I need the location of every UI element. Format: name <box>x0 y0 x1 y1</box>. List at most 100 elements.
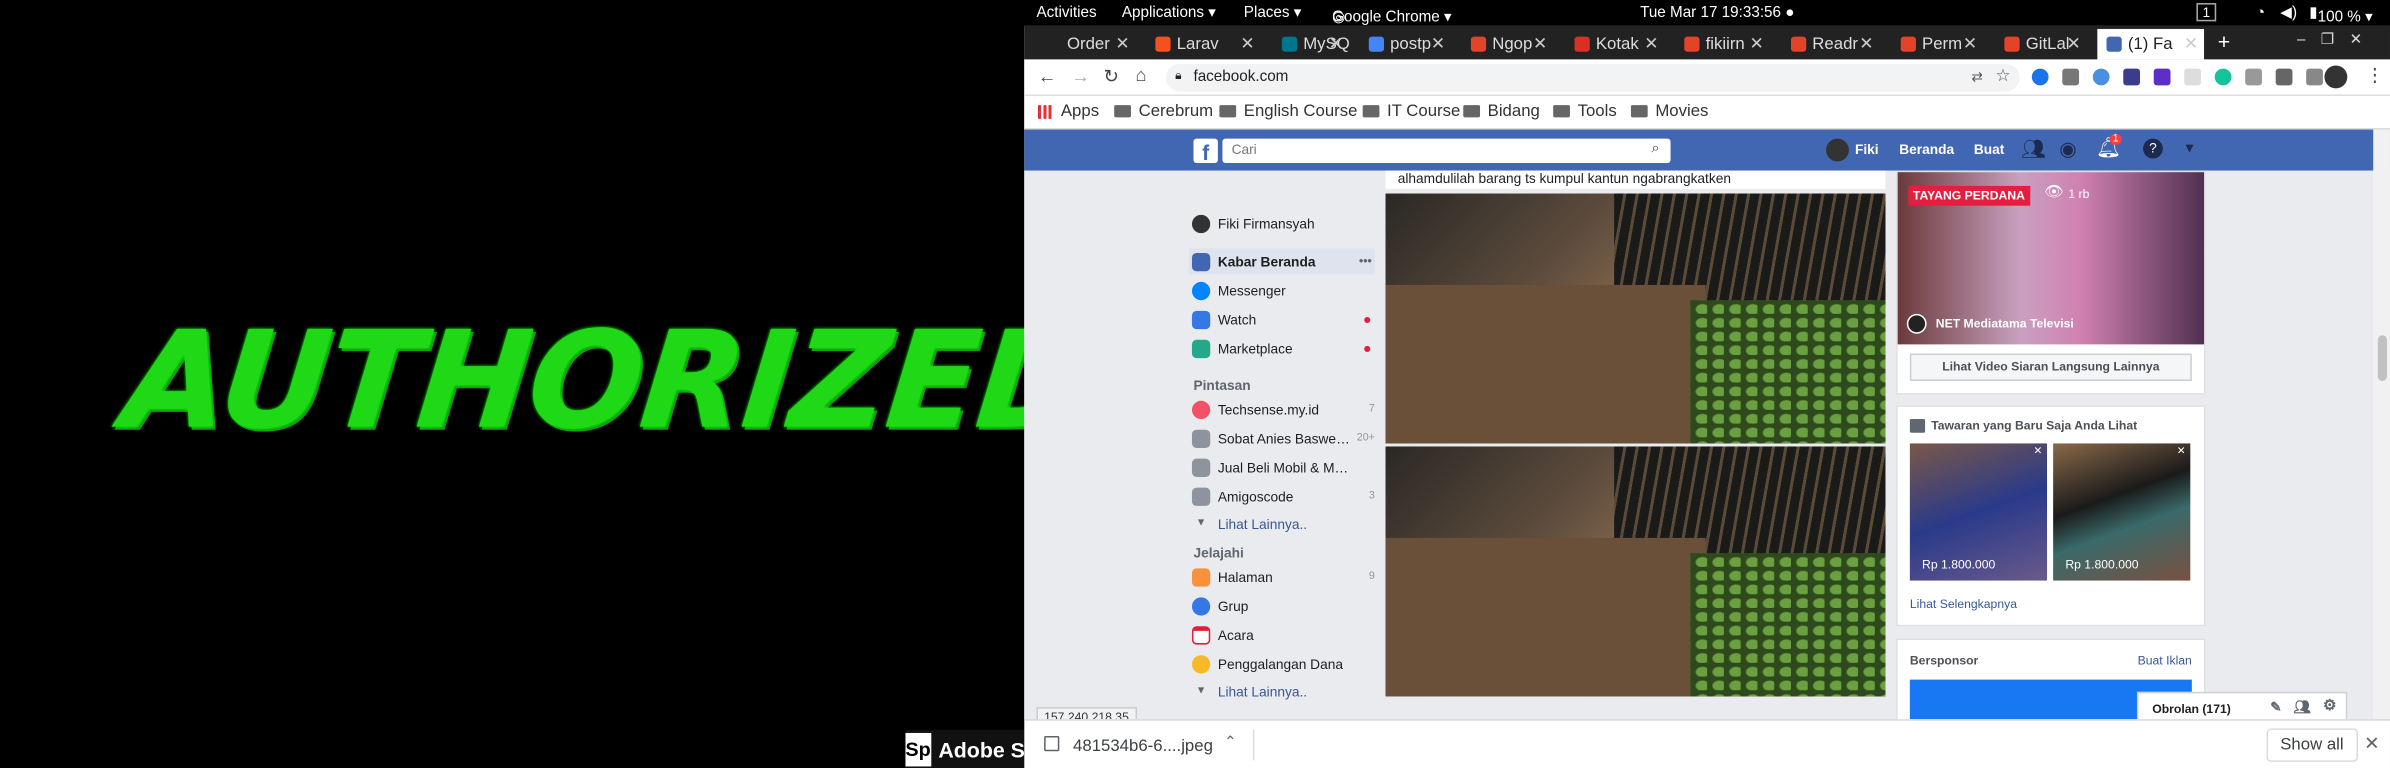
forward-icon[interactable]: → <box>1072 66 1090 87</box>
clock[interactable]: Tue Mar 17 19:33:56 ● <box>1640 5 1794 22</box>
close-icon[interactable]: ✕ <box>2177 445 2186 457</box>
search-icon[interactable]: ⌕ <box>1651 140 1660 157</box>
sidebar-item-fundraisers[interactable]: Penggalangan Dana <box>1191 651 1375 677</box>
see-more-shortcuts[interactable]: ▼ Lihat Lainnya.. <box>1192 510 1375 536</box>
sidebar-item-amigoscode[interactable]: Amigoscode 3 <box>1191 483 1375 509</box>
sidebar-item-marketplace[interactable]: Marketplace <box>1191 335 1375 361</box>
tab[interactable]: postp ✕ <box>1360 29 1451 59</box>
offer-item[interactable]: ✕ Rp 1.800.000 <box>2053 443 2191 581</box>
volume-icon[interactable]: ◀) <box>2280 5 2297 22</box>
translate-icon[interactable]: ⇄ <box>1972 69 1984 86</box>
close-window-button[interactable]: ✕ <box>2350 32 2378 49</box>
see-more-explore[interactable]: ▼ Lihat Lainnya.. <box>1192 678 1375 704</box>
reload-icon[interactable]: ↻ <box>1104 66 1119 87</box>
places-menu[interactable]: Places ▾ <box>1244 5 1302 22</box>
fb-user-link[interactable]: Fiki <box>1855 142 1879 157</box>
extension-icon[interactable] <box>2123 68 2141 86</box>
compose-icon[interactable]: ✎ <box>2270 699 2282 716</box>
live-video-thumbnail[interactable]: TAYANG PERDANA 👁︎ 1 rb NET Mediatama Tel… <box>1897 172 2205 345</box>
close-tab-icon[interactable]: ✕ <box>1859 34 1873 53</box>
tab[interactable]: Kotak ✕ <box>1565 29 1664 59</box>
extension-icon[interactable] <box>2184 68 2201 86</box>
profile-link[interactable]: Fiki Firmansyah <box>1191 210 1375 236</box>
sidebar-item-messenger[interactable]: Messenger <box>1191 277 1375 303</box>
close-tab-icon[interactable]: ✕ <box>1749 34 1763 53</box>
tab[interactable]: Order ✕ <box>1036 29 1135 59</box>
menu-icon[interactable]: ⋮ <box>2366 64 2384 85</box>
dock-item-adobe[interactable]: Sp Adobe S <box>905 729 1025 768</box>
messenger-icon[interactable]: ◉ <box>2059 137 2076 161</box>
see-all-offers-link[interactable]: Lihat Selengkapnya <box>1910 597 2017 611</box>
close-icon[interactable]: ✕ <box>2034 445 2043 457</box>
fb-home-link[interactable]: Beranda <box>1899 142 1954 157</box>
bookmark-english-course[interactable]: English Course <box>1219 102 1357 120</box>
group-chat-icon[interactable]: 👥︎ <box>2293 699 2310 716</box>
download-options-icon[interactable]: ⌃ <box>1224 734 1237 751</box>
bookmark-star-icon[interactable]: ☆ <box>1995 66 2010 85</box>
tab[interactable]: Readr ✕ <box>1782 29 1880 59</box>
close-tab-icon[interactable]: ✕ <box>2184 34 2198 53</box>
fb-search-input[interactable]: Cari ⌕ <box>1222 138 1671 164</box>
sidebar-item-news-feed[interactable]: Kabar Beranda ••• <box>1188 248 1375 275</box>
grammarly-icon[interactable] <box>2214 68 2232 86</box>
sidebar-item-techsense[interactable]: Techsense.my.id 7 <box>1191 396 1375 422</box>
tab[interactable]: Perm ✕ <box>1892 29 1983 59</box>
extension-icon[interactable] <box>2062 68 2080 86</box>
friends-icon[interactable]: 👥︎ <box>2021 137 2046 161</box>
tab[interactable]: MySQ ✕ <box>1273 29 1349 59</box>
scrollbar[interactable] <box>2373 129 2390 720</box>
bookmark-it-course[interactable]: IT Course <box>1362 102 1460 120</box>
close-download-bar-icon[interactable]: ✕ <box>2364 733 2379 754</box>
extension-icon[interactable] <box>2306 68 2323 86</box>
sidebar-item-group[interactable]: Sobat Anies Baswe… 20+ <box>1191 425 1375 451</box>
fb-create-link[interactable]: Buat <box>1974 142 2004 157</box>
wifi-icon[interactable]: ◔ <box>2256 5 2265 22</box>
sidebar-item-events[interactable]: Acara <box>1191 622 1375 648</box>
extension-icon[interactable] <box>2031 68 2049 86</box>
download-file-name[interactable]: 481534b6-6....jpeg <box>1073 738 1213 756</box>
channel-name[interactable]: NET Mediatama Televisi <box>1936 317 2074 331</box>
post-photo[interactable] <box>1385 193 1886 444</box>
chat-settings-icon[interactable]: ⚙ <box>2323 698 2337 715</box>
minimize-button[interactable]: – <box>2297 32 2321 49</box>
battery-icon[interactable]: ▮ 100 % ▾ <box>2309 5 2373 26</box>
bookmark-tools[interactable]: Tools <box>1553 102 1617 120</box>
chat-bar[interactable]: Obrolan (171) ✎ 👥︎ ⚙ <box>2136 691 2348 720</box>
user-avatar[interactable] <box>1826 138 1849 162</box>
sidebar-item-groups[interactable]: Grup <box>1191 593 1375 619</box>
facebook-logo-icon[interactable]: f <box>1193 138 1218 165</box>
profile-avatar[interactable] <box>2324 65 2348 89</box>
tab[interactable]: fikiirn ✕ <box>1675 29 1770 59</box>
sidebar-item-watch[interactable]: Watch <box>1191 306 1375 332</box>
extension-icon[interactable] <box>2092 68 2110 86</box>
help-icon[interactable]: ? <box>2143 138 2163 159</box>
maximize-button[interactable]: ❐ <box>2321 32 2350 49</box>
bookmark-movies[interactable]: Movies <box>1630 102 1708 120</box>
close-tab-icon[interactable]: ✕ <box>1644 34 1658 53</box>
post-photo[interactable] <box>1385 446 1886 697</box>
close-tab-icon[interactable]: ✕ <box>1115 34 1129 53</box>
tab[interactable]: Ngop ✕ <box>1462 29 1553 59</box>
home-icon[interactable]: ⌂ <box>1136 64 1147 85</box>
address-bar[interactable]: 🔒︎ facebook.com ⇄ ☆ <box>1166 64 2020 92</box>
close-tab-icon[interactable]: ✕ <box>1431 34 1445 53</box>
close-tab-icon[interactable]: ✕ <box>1533 34 1547 53</box>
tab[interactable]: (1) Fa ✕ <box>2097 28 2205 60</box>
activities-button[interactable]: Activities <box>1036 5 1096 22</box>
bookmark-apps[interactable]: Apps <box>1038 102 1099 120</box>
offer-item[interactable]: ✕ Rp 1.800.000 <box>1909 443 2048 581</box>
scrollbar-thumb[interactable] <box>2377 335 2387 381</box>
back-icon[interactable]: ← <box>1038 66 1056 87</box>
tab[interactable]: Larav ✕ <box>1146 29 1260 59</box>
close-tab-icon[interactable]: ✕ <box>1240 34 1254 53</box>
extension-icon[interactable] <box>2275 68 2293 86</box>
close-tab-icon[interactable]: ✕ <box>2067 34 2081 53</box>
applications-menu[interactable]: Applications ▾ <box>1122 5 1216 22</box>
extension-icon[interactable] <box>2245 68 2262 86</box>
account-menu-icon[interactable]: ▼ <box>2183 140 2197 155</box>
more-live-videos-button[interactable]: Lihat Video Siaran Langsung Lainnya <box>1909 353 2192 381</box>
new-tab-button[interactable]: + <box>2218 29 2230 53</box>
sidebar-item-pages[interactable]: Halaman 9 <box>1191 564 1375 590</box>
more-icon[interactable]: ••• <box>1359 254 1372 268</box>
bookmark-bidang[interactable]: Bidang <box>1463 102 1540 120</box>
